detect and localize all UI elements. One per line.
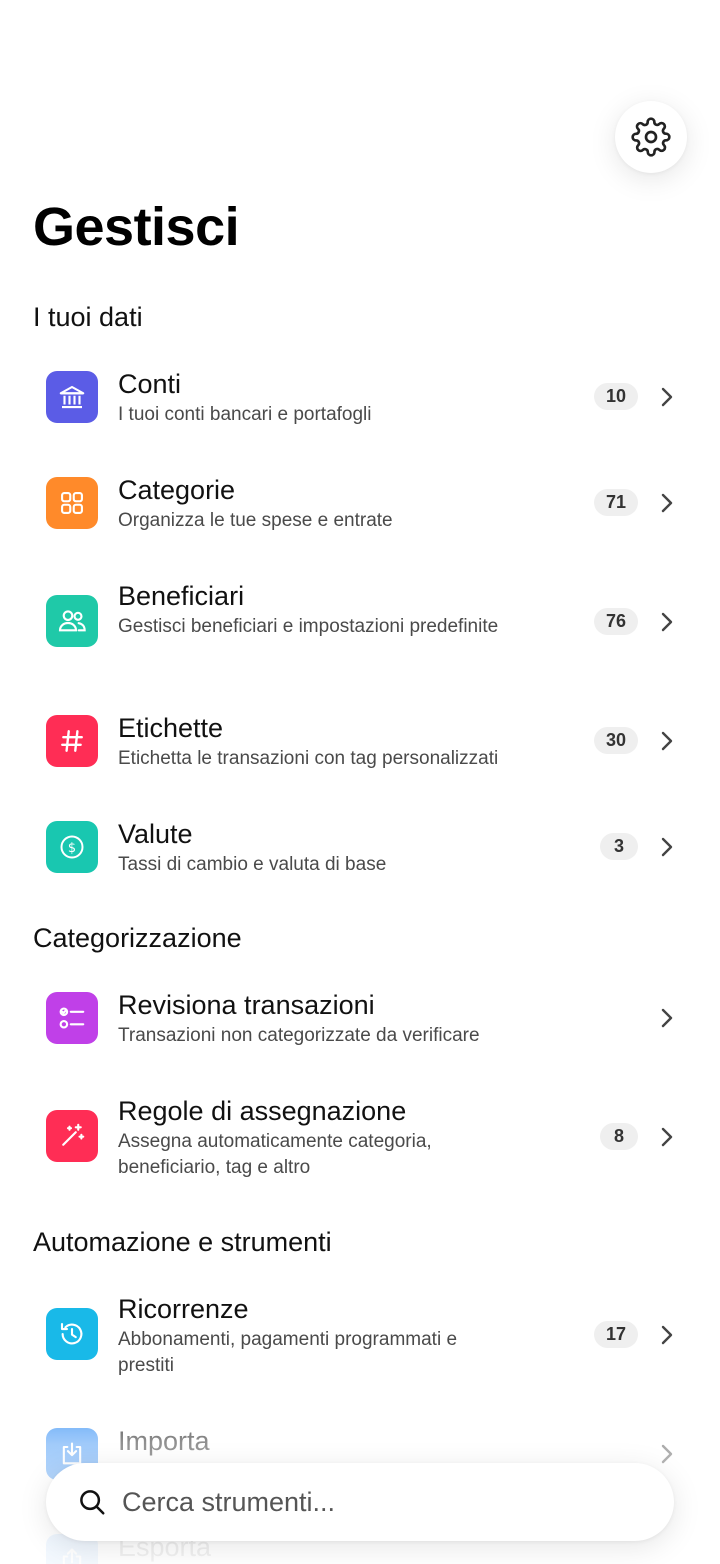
chevron-right-icon [661,731,673,751]
row-subtitle: Abbonamenti, pagamenti programmati e pre… [118,1329,458,1376]
count-badge: 3 [600,833,638,860]
list-item-ricorrenze[interactable]: Ricorrenze Abbonamenti, pagamenti progra… [0,1270,720,1400]
page-title: Gestisci [33,197,240,257]
chevron-right-icon [661,837,673,857]
bank-icon [46,371,98,423]
row-title: Beneficiari [118,581,245,611]
row-title: Conti [118,369,182,399]
chevron-right-icon [661,493,673,513]
row-title: Revisiona transazioni [118,990,375,1020]
chevron-right-icon [661,1444,673,1464]
chevron-right-icon [661,1325,673,1345]
section-title-i-tuoi-dati: I tuoi dati [33,302,143,332]
row-subtitle: Etichetta le transazioni con tag persona… [118,748,499,769]
row-title: Valute [118,819,193,849]
recurring-clock-icon [46,1308,98,1360]
count-badge: 10 [593,383,638,410]
row-title: Categorie [118,475,236,505]
list-item-regole-di-assegnazione[interactable]: Regole di assegnazione Assegna automatic… [0,1072,720,1202]
dollar-coin-icon: $ [46,821,98,873]
gear-icon [631,117,671,157]
list-item-etichette[interactable]: Etichette Etichetta le transazioni con t… [0,689,720,793]
search-bar[interactable] [46,1463,674,1541]
list-item-beneficiari[interactable]: Beneficiari Gestisci beneficiari e impos… [0,557,720,687]
people-icon [46,595,98,647]
row-title: Ricorrenze [118,1294,249,1324]
chevron-right-icon [661,1127,673,1147]
list-item-valute[interactable]: $ Valute Tassi di cambio e valuta di bas… [0,795,720,899]
row-subtitle: Assegna automaticamente categoria, benef… [118,1131,432,1178]
count-badge: 71 [593,489,638,516]
chevron-right-icon [661,387,673,407]
svg-text:$: $ [68,841,76,856]
hashtag-icon [46,715,98,767]
count-badge: 17 [593,1321,638,1348]
row-subtitle: Transazioni non categorizzate da verific… [118,1025,480,1046]
checklist-icon [46,992,98,1044]
row-subtitle: Gestisci beneficiari e impostazioni pred… [118,616,499,637]
chevron-right-icon [661,612,673,632]
row-subtitle: Organizza le tue spese e entrate [118,510,393,531]
list-item-revisiona-transazioni[interactable]: Revisiona transazioni Transazioni non ca… [0,966,720,1070]
row-title: Regole di assegnazione [118,1096,407,1126]
section-title-categorizzazione: Categorizzazione [33,923,242,953]
search-input[interactable] [122,1477,642,1527]
count-badge: 30 [593,727,638,754]
grid-icon [46,477,98,529]
row-subtitle: I tuoi conti bancari e portafogli [118,404,372,425]
search-icon [80,1490,105,1515]
magic-wand-icon [46,1110,98,1162]
list-item-categorie[interactable]: Categorie Organizza le tue spese e entra… [0,451,720,555]
list-item-conti[interactable]: Conti I tuoi conti bancari e portafogli … [0,345,720,449]
settings-button[interactable] [615,101,687,173]
chevron-right-icon [661,1008,673,1028]
count-badge: 8 [600,1123,638,1150]
row-subtitle: Tassi di cambio e valuta di base [118,854,387,875]
section-title-automazione-e-strumenti: Automazione e strumenti [33,1227,332,1257]
row-title: Importa [118,1426,210,1456]
row-title: Etichette [118,713,224,743]
count-badge: 76 [593,608,638,635]
